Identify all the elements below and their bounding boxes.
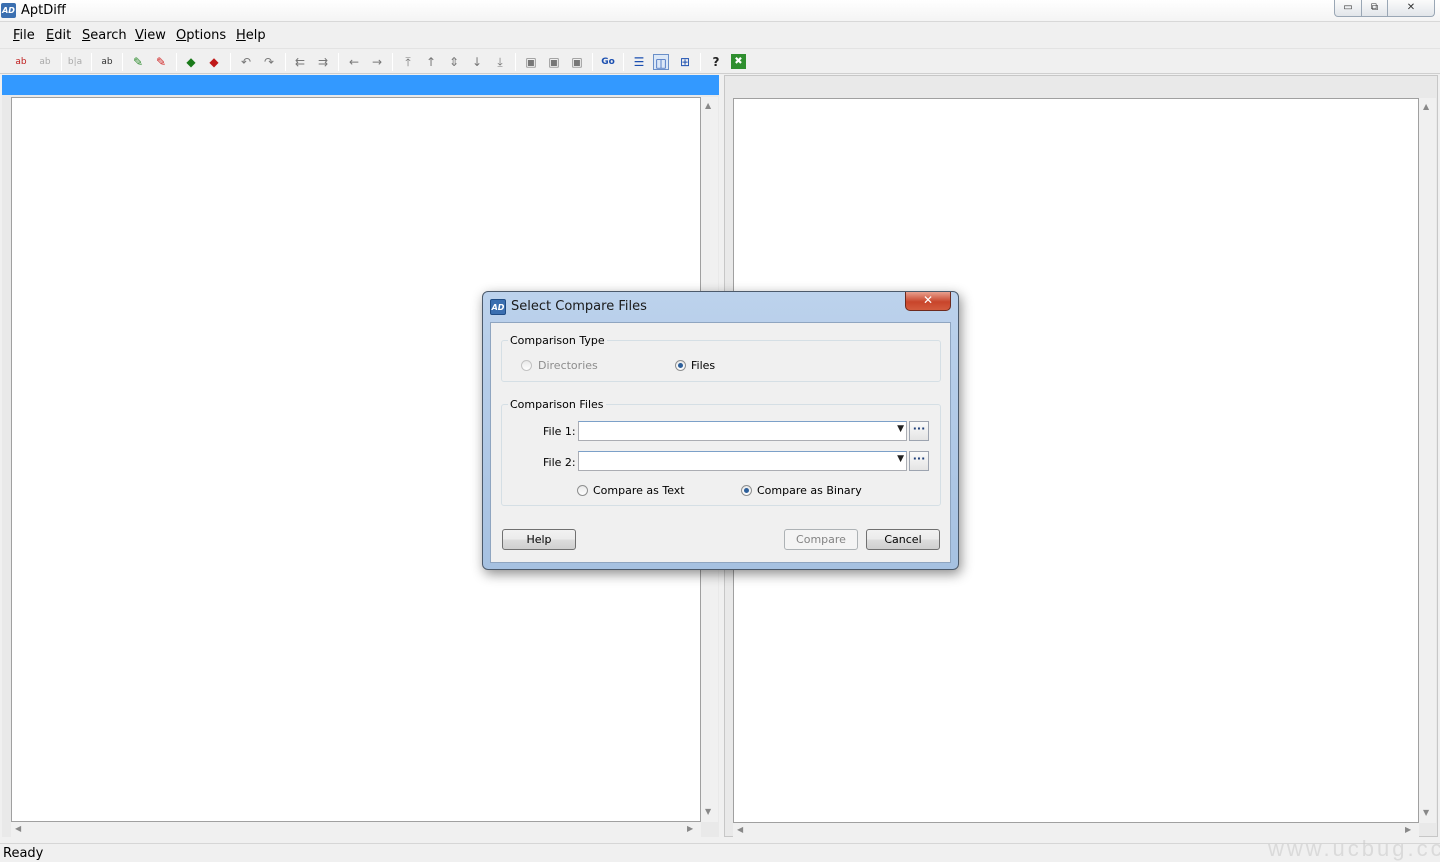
redo-icon[interactable]: ↷ [261,54,277,70]
app-icon: AD [1,3,16,18]
scroll-left-icon[interactable]: ◀ [15,824,21,833]
window-title: AptDiff [21,3,66,18]
dialog-close-button[interactable]: ✕ [905,292,951,311]
directories-radio[interactable] [521,360,532,371]
scroll-right-icon[interactable]: ▶ [687,824,693,833]
goto-icon[interactable]: Go [600,54,616,70]
watermark: www.ucbug.cc [1268,836,1440,861]
prev-diff-icon[interactable]: ↑ [423,54,439,70]
comparison-files-label: Comparison Files [508,398,606,411]
file2-label: File 2: [543,456,576,469]
status-bar: Ready [0,843,1440,862]
title-bar: AD AptDiff ▭ ⧉ ✕ [0,0,1440,22]
minimize-button[interactable]: ▭ [1334,0,1362,17]
directories-label: Directories [538,359,598,372]
scroll-left-icon[interactable]: ◀ [737,825,743,834]
toolbar-separator [623,53,624,71]
toolbar-separator [230,53,231,71]
swap-icon[interactable]: b|a [67,54,83,70]
toolbar-separator [91,53,92,71]
file2-browse-button[interactable]: ··· [909,451,929,471]
split-layout-icon[interactable]: ⊞ [677,54,693,70]
save-right-icon[interactable]: ▣ [546,54,562,70]
toolbar-separator [61,53,62,71]
comparison-type-label: Comparison Type [508,334,607,347]
merge-left-icon[interactable]: ⇇ [292,54,308,70]
first-diff-icon[interactable]: ⤒ [400,54,416,70]
toolbar-separator [285,53,286,71]
file2-combobox[interactable]: ▼ [578,451,907,471]
toolbar: ab ab b|a ab ✎ ✎ ◆ ◆ ↶ ↷ ⇇ ⇉ ← → ⤒ ↑ ⇕ ↓… [0,48,1440,74]
toolbar-separator [122,53,123,71]
menu-search[interactable]: Search [82,28,127,43]
chevron-down-icon[interactable]: ▼ [897,424,904,434]
prev-icon[interactable]: ← [346,54,362,70]
right-vertical-scrollbar[interactable]: ▲ ▼ [1419,98,1436,823]
toolbar-separator [515,53,516,71]
maximize-button[interactable]: ⧉ [1361,0,1388,17]
left-pane-header[interactable] [2,75,719,95]
menu-help[interactable]: Help [236,28,266,43]
toolbar-separator [176,53,177,71]
compare-icon[interactable]: ab [13,54,29,70]
menu-bar: File Edit Search View Options Help [0,26,1440,46]
current-diff-icon[interactable]: ⇕ [446,54,462,70]
copy-left-icon[interactable]: ◆ [183,54,199,70]
files-radio[interactable] [675,360,686,371]
file1-browse-button[interactable]: ··· [909,421,929,441]
exit-icon[interactable]: ✖ [731,54,746,69]
scroll-up-icon[interactable]: ▲ [1423,102,1429,111]
scroll-up-icon[interactable]: ▲ [705,101,711,110]
last-diff-icon[interactable]: ⤓ [492,54,508,70]
horizontal-layout-icon[interactable]: ☰ [631,54,647,70]
dialog-app-icon: AD [490,299,506,315]
file1-label: File 1: [543,425,576,438]
edit-right-icon[interactable]: ✎ [153,54,169,70]
merge-right-icon[interactable]: ⇉ [315,54,331,70]
scroll-right-icon[interactable]: ▶ [1405,825,1411,834]
undo-icon[interactable]: ↶ [238,54,254,70]
files-label: Files [691,359,716,372]
scroll-down-icon[interactable]: ▼ [705,807,711,816]
menu-view[interactable]: View [135,28,166,43]
menu-file[interactable]: File [13,28,35,43]
help-icon[interactable]: ? [708,54,724,70]
help-button[interactable]: Help [502,529,576,550]
left-horizontal-scrollbar[interactable]: ◀ ▶ [11,822,701,837]
edit-left-icon[interactable]: ✎ [130,54,146,70]
select-compare-files-dialog: AD Select Compare Files ✕ Comparison Typ… [482,291,959,570]
recompare-icon[interactable]: ab [37,54,53,70]
compare-as-text-radio[interactable] [577,485,588,496]
toolbar-separator [700,53,701,71]
chevron-down-icon[interactable]: ▼ [897,454,904,464]
toolbar-separator [392,53,393,71]
status-text: Ready [3,846,44,861]
save-left-icon[interactable]: ▣ [523,54,539,70]
menu-edit[interactable]: Edit [46,28,71,43]
scroll-down-icon[interactable]: ▼ [1423,808,1429,817]
dialog-title: Select Compare Files [511,299,647,314]
dialog-body: Comparison Type Directories Files Compar… [490,322,951,563]
next-diff-icon[interactable]: ↓ [469,54,485,70]
save-all-icon[interactable]: ▣ [569,54,585,70]
cancel-button[interactable]: Cancel [866,529,940,550]
spellcheck-icon[interactable]: ab [99,54,115,70]
compare-as-text-label: Compare as Text [593,484,685,497]
file1-combobox[interactable]: ▼ [578,421,907,441]
toolbar-separator [338,53,339,71]
compare-as-binary-label: Compare as Binary [757,484,862,497]
compare-as-binary-radio[interactable] [741,485,752,496]
toolbar-separator [592,53,593,71]
copy-right-icon[interactable]: ◆ [206,54,222,70]
compare-button[interactable]: Compare [784,529,858,550]
close-button[interactable]: ✕ [1387,0,1435,17]
next-icon[interactable]: → [369,54,385,70]
vertical-layout-icon[interactable]: ◫ [653,54,669,70]
menu-options[interactable]: Options [176,28,226,43]
